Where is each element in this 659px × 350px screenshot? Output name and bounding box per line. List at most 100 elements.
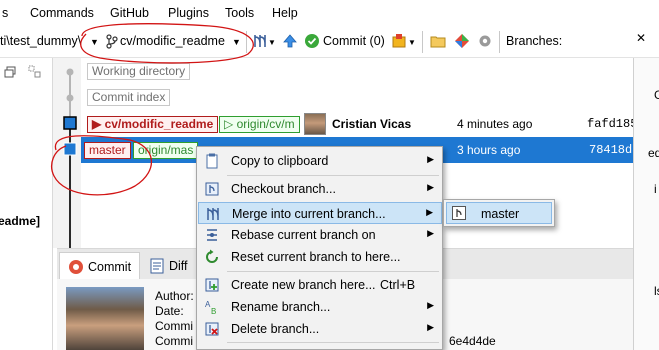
chevron-right-icon: ▶ xyxy=(427,322,434,332)
menu-item-label: Merge into current branch... xyxy=(232,207,386,221)
table-row-commit-index[interactable]: Commit index xyxy=(81,84,633,110)
expand-icon[interactable] xyxy=(4,66,16,78)
diff-icon xyxy=(149,258,165,274)
remote-branch-badge[interactable]: ▷ origin/cv/m xyxy=(219,116,300,133)
author-name: Cristian Vicas xyxy=(332,117,412,131)
tab-diff[interactable]: Diff xyxy=(141,252,196,279)
menu-item-label: Delete branch... xyxy=(231,322,320,336)
menu-item-tools[interactable]: Tools xyxy=(225,6,254,20)
menu-bar: s Commands GitHub Plugins Tools Help xyxy=(0,0,659,26)
truncated-text: G xyxy=(654,88,659,102)
commit-date: 3 hours ago xyxy=(457,143,521,157)
toolbar-divider xyxy=(422,31,423,53)
menu-item-shortcut: Ctrl+B xyxy=(380,278,416,292)
detail-label: Author: xyxy=(155,289,194,303)
tab-commit[interactable]: Commit xyxy=(59,252,141,279)
menu-item-github[interactable]: GitHub xyxy=(110,6,149,20)
local-branch-badge[interactable]: ▶ cv/modific_readme xyxy=(87,116,219,133)
branch-icon xyxy=(104,33,120,49)
rebase-icon xyxy=(204,227,220,243)
toolbar-divider xyxy=(499,31,500,53)
truncated-text: ls xyxy=(654,284,659,298)
commit-index-label: Commit index xyxy=(87,89,171,106)
push-icon[interactable] xyxy=(282,33,298,49)
graph-gutter xyxy=(53,58,81,248)
merge-icon xyxy=(205,206,221,222)
checkout-branch-icon xyxy=(204,181,220,197)
detail-label: Commi xyxy=(155,334,193,348)
working-directory-label: Working directory xyxy=(87,63,191,80)
local-branch-badge[interactable]: master xyxy=(84,142,131,159)
menu-item-help[interactable]: Help xyxy=(272,6,298,20)
remote-branch-name: origin/cv/m xyxy=(236,117,295,131)
merge-icon[interactable] xyxy=(252,33,268,49)
merge-submenu: master xyxy=(443,199,555,227)
branches-label: Branches: xyxy=(506,34,563,48)
tab-label: Diff xyxy=(169,259,188,273)
right-side-panel: G ed i ls xyxy=(633,58,659,350)
commit-button[interactable]: Commit (0) xyxy=(323,34,385,48)
menu-item-label: Create new branch here... xyxy=(231,278,376,292)
folder-icon[interactable] xyxy=(430,33,446,49)
detail-label: Date: xyxy=(155,304,184,318)
chevron-down-icon[interactable]: ▼ xyxy=(232,37,241,47)
chevron-right-icon: ▶ xyxy=(427,182,434,192)
chevron-right-icon: ▶ xyxy=(427,228,434,238)
stash-icon[interactable] xyxy=(391,33,407,49)
commit-icon xyxy=(68,259,84,275)
svg-text:B: B xyxy=(211,307,216,315)
remote-branch-badge[interactable]: origin/mas xyxy=(133,142,199,159)
menu-item-label: Reset current branch to here... xyxy=(231,250,401,264)
toolbar: ti\test_dummy\ ▼ cv/modific_readme ▼ ▼ C… xyxy=(0,26,659,58)
chevron-down-icon[interactable]: ▼ xyxy=(90,37,99,47)
truncated-text: i xyxy=(654,182,657,196)
submenu-item-master[interactable]: master xyxy=(446,202,552,224)
menu-item-copy-to-clipboard[interactable]: Copy to clipboard ▶ xyxy=(198,150,442,172)
left-panel: eadme] xyxy=(0,58,53,350)
truncated-text: ed xyxy=(648,146,659,160)
chevron-right-icon: ▶ xyxy=(427,300,434,310)
menu-item-file[interactable]: s xyxy=(2,6,8,20)
menu-separator xyxy=(227,271,439,272)
menu-item-label: Checkout branch... xyxy=(231,182,336,196)
menu-item-rebase-current-branch[interactable]: Rebase current branch on ▶ xyxy=(198,224,442,246)
rename-branch-icon: AB xyxy=(204,299,220,316)
menu-item-label: Rename branch... xyxy=(231,300,331,314)
current-branch-dropdown[interactable]: cv/modific_readme xyxy=(120,34,225,48)
commit-graph xyxy=(63,68,77,248)
reset-icon xyxy=(204,249,220,265)
menu-item-delete-branch[interactable]: Delete branch... ▶ xyxy=(198,318,442,340)
gear-icon[interactable] xyxy=(477,33,493,49)
submenu-item-label: master xyxy=(481,207,520,221)
menu-separator xyxy=(227,342,439,343)
menu-item-reset-current-branch[interactable]: Reset current branch to here... xyxy=(198,246,442,268)
tree-view-icon[interactable] xyxy=(28,65,42,79)
toolbar-divider xyxy=(246,31,247,53)
author-avatar-large xyxy=(66,287,144,350)
chevron-down-icon[interactable]: ▼ xyxy=(408,38,416,47)
menu-item-plugins[interactable]: Plugins xyxy=(168,6,209,20)
menu-item-checkout-branch[interactable]: Checkout branch... ▶ xyxy=(198,178,442,200)
menu-item-create-new-branch[interactable]: Create new branch here... Ctrl+B xyxy=(198,274,442,296)
branch-name: cv/modific_readme xyxy=(104,117,214,131)
menu-item-rename-branch[interactable]: AB Rename branch... ▶ xyxy=(198,296,442,318)
menu-item-merge-into-current-branch[interactable]: Merge into current branch... ▶ xyxy=(198,202,442,224)
close-icon[interactable]: ✕ xyxy=(636,31,646,45)
menu-item-commands[interactable]: Commands xyxy=(30,6,94,20)
table-row-working-directory[interactable]: Working directory xyxy=(81,58,633,84)
menu-item-label: Rebase current branch on xyxy=(231,228,376,242)
chevron-down-icon[interactable]: ▼ xyxy=(268,38,276,47)
tree-item-label[interactable]: eadme] xyxy=(0,214,40,228)
commit-date: 4 minutes ago xyxy=(457,117,533,131)
repo-path-dropdown[interactable]: ti\test_dummy\ xyxy=(0,34,81,48)
git-extensions-icon[interactable] xyxy=(454,33,470,49)
triangle-right-icon: ▷ xyxy=(224,117,237,131)
context-menu: Copy to clipboard ▶ Checkout branch... ▶… xyxy=(196,146,443,350)
branch-icon xyxy=(452,206,466,220)
detail-label: Commi xyxy=(155,319,193,333)
table-row[interactable]: ▶ cv/modific_readme ▷ origin/cv/m Cristi… xyxy=(81,111,637,137)
tab-label: Commit xyxy=(88,260,132,274)
commit-check-icon[interactable] xyxy=(304,33,320,49)
clipboard-icon xyxy=(204,153,220,169)
commit-sha-fragment: 6e4d4de xyxy=(449,334,496,348)
